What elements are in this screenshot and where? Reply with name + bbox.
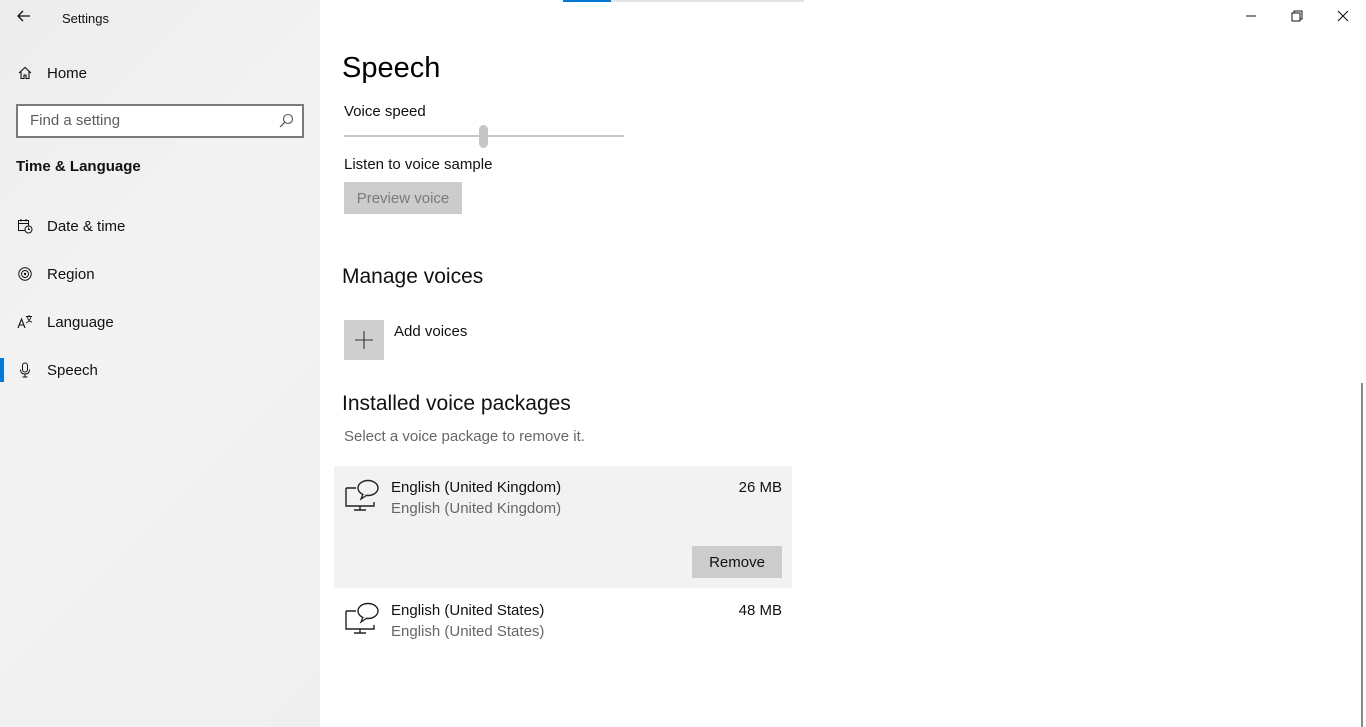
search-box[interactable] bbox=[16, 104, 304, 138]
sidebar-item-label: Speech bbox=[47, 361, 98, 379]
add-voices-label[interactable]: Add voices bbox=[394, 323, 467, 340]
search-input[interactable] bbox=[28, 111, 272, 130]
language-icon bbox=[17, 315, 33, 329]
installed-hint: Select a voice package to remove it. bbox=[344, 428, 585, 445]
home-icon bbox=[18, 66, 32, 80]
restore-button[interactable] bbox=[1274, 0, 1320, 32]
sidebar-item-language[interactable]: Language bbox=[0, 300, 320, 344]
page-title: Speech bbox=[342, 52, 441, 84]
manage-voices-heading: Manage voices bbox=[342, 265, 484, 288]
sidebar-item-speech[interactable]: Speech bbox=[0, 348, 320, 392]
add-voices-button[interactable] bbox=[344, 320, 384, 360]
microphone-icon bbox=[20, 362, 30, 378]
calendar-clock-icon bbox=[18, 219, 33, 234]
voice-package-item[interactable]: English (United States) English (United … bbox=[334, 589, 792, 651]
voice-package-subtitle: English (United States) bbox=[391, 623, 545, 640]
listen-label: Listen to voice sample bbox=[344, 156, 493, 173]
sidebar-item-region[interactable]: Region bbox=[0, 252, 320, 296]
voice-package-size: 26 MB bbox=[738, 479, 782, 496]
sidebar-item-label: Language bbox=[47, 313, 114, 331]
sidebar-item-home[interactable]: Home bbox=[0, 51, 320, 95]
sidebar-item-label: Region bbox=[47, 265, 95, 283]
voice-package-name: English (United States) bbox=[391, 602, 545, 619]
voice-package-name: English (United Kingdom) bbox=[391, 479, 562, 496]
scrollbar[interactable] bbox=[1361, 383, 1363, 727]
app-title: Settings bbox=[62, 11, 109, 26]
voice-speed-slider-thumb[interactable] bbox=[479, 125, 488, 148]
top-pivot-line bbox=[563, 0, 804, 2]
sidebar: Settings Home Time & Language Date & tim… bbox=[0, 0, 320, 727]
voice-package-icon bbox=[345, 479, 379, 511]
globe-icon bbox=[18, 267, 32, 281]
voice-package-item[interactable]: English (United Kingdom) English (United… bbox=[334, 466, 792, 588]
close-button[interactable] bbox=[1320, 0, 1366, 32]
sidebar-item-label: Date & time bbox=[47, 217, 126, 235]
close-icon bbox=[1337, 10, 1349, 22]
section-title: Time & Language bbox=[16, 158, 141, 175]
voice-package-size: 48 MB bbox=[738, 602, 782, 619]
back-arrow-icon bbox=[17, 10, 30, 22]
voice-speed-label: Voice speed bbox=[344, 103, 426, 120]
remove-button[interactable]: Remove bbox=[692, 546, 782, 578]
back-button[interactable] bbox=[12, 4, 36, 28]
plus-icon bbox=[355, 331, 373, 349]
sidebar-item-label: Home bbox=[47, 64, 88, 82]
restore-icon bbox=[1291, 10, 1303, 22]
minimize-icon bbox=[1246, 15, 1256, 17]
voice-package-icon bbox=[345, 602, 379, 634]
sidebar-item-date-time[interactable]: Date & time bbox=[0, 204, 320, 248]
pivot-indicator bbox=[563, 0, 611, 2]
search-icon[interactable] bbox=[278, 113, 294, 129]
preview-voice-button[interactable]: Preview voice bbox=[344, 182, 462, 214]
installed-heading: Installed voice packages bbox=[342, 392, 571, 415]
minimize-button[interactable] bbox=[1228, 0, 1274, 32]
voice-package-subtitle: English (United Kingdom) bbox=[391, 500, 562, 517]
